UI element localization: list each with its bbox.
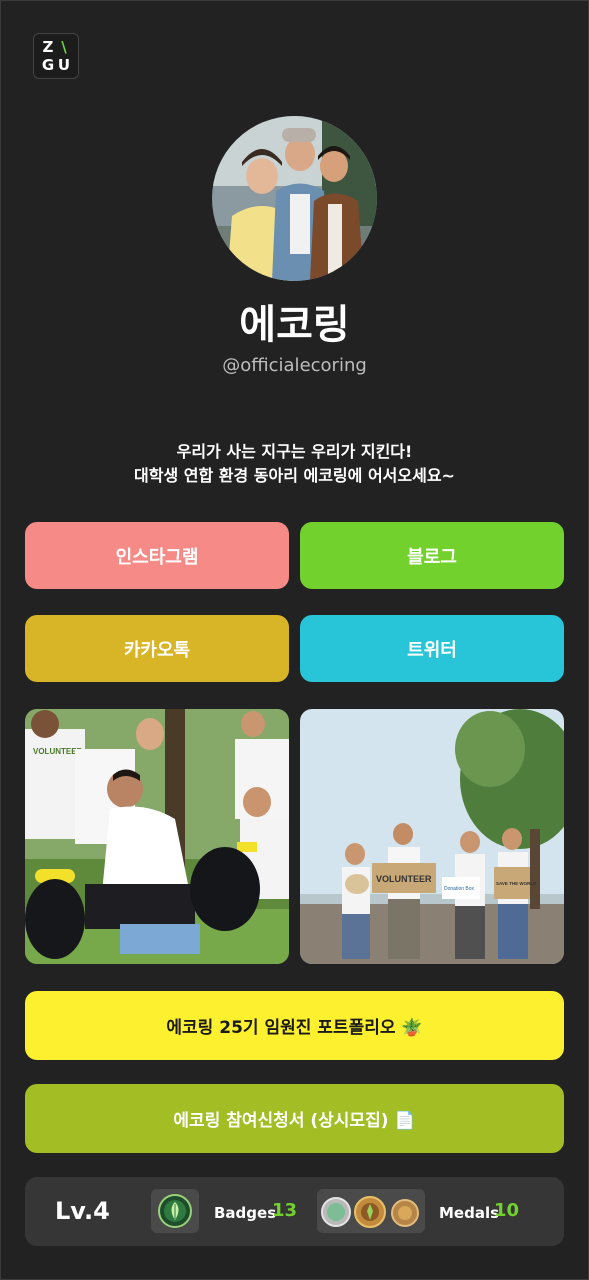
logo-slash: \ — [61, 38, 67, 56]
sign-volunteer-text: VOLUNTEER — [376, 874, 432, 884]
leaf-badge-icon — [158, 1194, 192, 1228]
intro-line-1: 우리가 사는 지구는 우리가 지킨다! — [176, 442, 413, 461]
blog-button[interactable]: 블로그 — [300, 522, 564, 589]
profile-handle: @officialecoring — [222, 355, 367, 376]
level-label: Lv.4 — [55, 1197, 110, 1225]
instagram-button[interactable]: 인스타그램 — [25, 522, 289, 589]
twitter-button[interactable]: 트위터 — [300, 615, 564, 682]
volunteer-cleanup-photo: VOLUNTEER — [25, 709, 289, 964]
stats-bar: Lv.4 Badges 13 Medals 10 — [25, 1177, 564, 1246]
intro-line-2: 대학생 연합 환경 동아리 에코링에 어서오세요~ — [134, 466, 455, 485]
logo-letter-g: G — [41, 56, 55, 74]
volunteer-group-photo: VOLUNTEER Donation Box SAVE THE WORLD — [300, 709, 564, 964]
sign-donation-text: Donation Box — [444, 886, 475, 892]
medals-label: Medals — [439, 1204, 500, 1222]
profile-avatar — [212, 116, 377, 281]
profile-name: 에코링 — [239, 302, 350, 348]
application-form-button[interactable]: 에코링 참여신청서 (상시모집) 📄 — [25, 1084, 564, 1153]
medals-icon-box[interactable] — [317, 1189, 425, 1233]
badges-count: 13 — [272, 1200, 298, 1221]
logo-letter-z: Z — [42, 38, 54, 56]
badge-icon-box[interactable] — [151, 1189, 199, 1233]
badges-label: Badges — [214, 1204, 277, 1222]
kakaotalk-button[interactable]: 카카오톡 — [25, 615, 289, 682]
portfolio-button[interactable]: 에코링 25기 임원진 포트폴리오 🪴 — [25, 991, 564, 1060]
zgu-logo[interactable]: Z \ G U — [33, 33, 79, 79]
sign-save-world-text: SAVE THE WORLD — [496, 881, 537, 886]
profile-intro: 우리가 사는 지구는 우리가 지킨다! 대학생 연합 환경 동아리 에코링에 어… — [0, 440, 589, 488]
logo-letter-u: U — [57, 56, 71, 74]
medals-icon — [321, 1196, 419, 1228]
medals-count: 10 — [494, 1200, 520, 1221]
